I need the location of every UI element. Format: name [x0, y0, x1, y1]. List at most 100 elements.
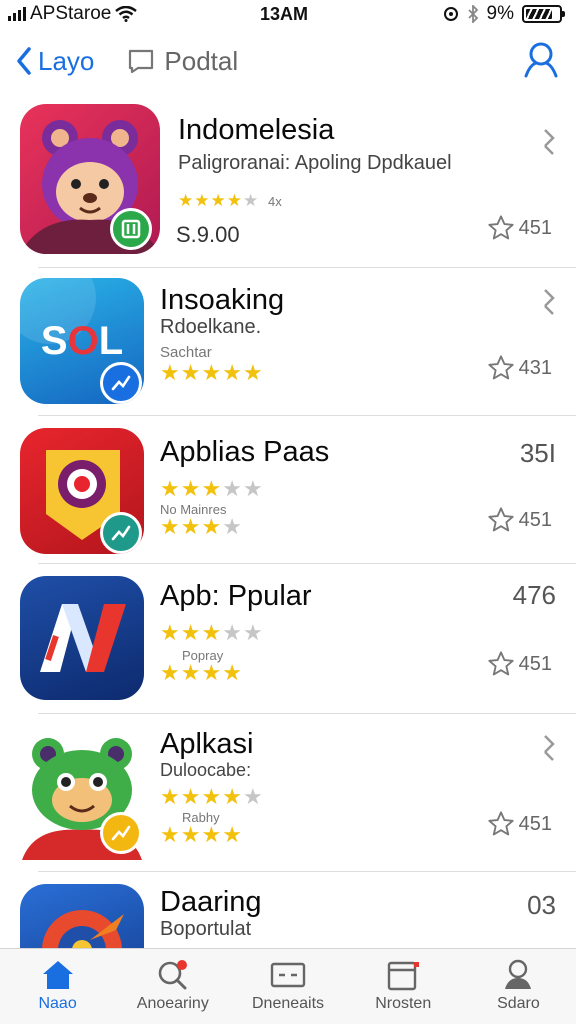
star-rating-secondary: ★ ★ ★ ★	[160, 660, 242, 685]
tab-search[interactable]: Anoeariny	[115, 949, 230, 1024]
ticket-icon	[270, 962, 306, 988]
app-badge	[100, 812, 142, 854]
chevron-right-icon[interactable]	[542, 732, 556, 776]
favorite-button[interactable]: 451	[487, 506, 552, 534]
back-label: Layo	[38, 45, 95, 76]
app-row[interactable]: Daaring Boportulat 03	[0, 872, 576, 948]
app-subtitle: Duloocabe:	[160, 760, 252, 780]
tab-label: Sdaro	[497, 995, 540, 1012]
nav-title: Podtal	[128, 46, 238, 77]
favorite-button[interactable]: 431	[487, 354, 552, 382]
star-outline-icon	[488, 355, 514, 380]
star-rating: ★ ★ ★ ★ ★	[160, 476, 263, 501]
app-list[interactable]: Indomelesia Paligroranai: Apoling Dpdkau…	[0, 92, 576, 948]
person-search-icon	[524, 42, 558, 77]
account-button[interactable]	[522, 40, 560, 83]
app-icon-frog[interactable]	[20, 726, 144, 860]
app-rank-number: 476	[512, 580, 556, 610]
status-left: APStaroe	[8, 3, 138, 25]
chevron-right-icon[interactable]	[542, 286, 556, 330]
star-rating: ★ ★ ★ ★ ★	[160, 360, 263, 385]
battery-percent: 9%	[486, 3, 514, 24]
svg-text:SOL: SOL	[41, 319, 123, 363]
trend-icon	[111, 375, 131, 391]
trend-icon	[111, 525, 131, 541]
app-name: Apblias Paas	[160, 436, 330, 468]
app-icon-n[interactable]	[20, 576, 144, 700]
tab-bar: Naao Anoeariny Dneneaits Nrosten Sdaro	[0, 948, 576, 1024]
tab-home[interactable]: Naao	[0, 949, 115, 1024]
app-icon-bird[interactable]	[20, 884, 144, 948]
star-rating-secondary: ★ ★ ★ ★	[160, 822, 242, 847]
tab-profile[interactable]: Sdaro	[461, 949, 576, 1024]
star-outline-icon	[488, 215, 514, 240]
app-name: Aplkasi	[160, 728, 254, 760]
app-row[interactable]: Apb: Ppular ★ ★ ★ ★ ★ Popray ★ ★ ★ ★ 476 451	[0, 564, 576, 714]
tab-tickets[interactable]: Dneneaits	[230, 949, 345, 1024]
tab-windows[interactable]: Nrosten	[346, 949, 461, 1024]
book-badge-icon	[121, 219, 141, 239]
app-icon-target[interactable]	[20, 428, 144, 554]
favorite-count: 451	[518, 812, 552, 835]
nav-title-text: Podtal	[164, 45, 239, 76]
favorite-count: 451	[518, 652, 552, 675]
wifi-icon	[115, 6, 138, 22]
tab-label: Nrosten	[375, 995, 432, 1012]
rating-note: Sachtar	[160, 344, 212, 361]
app-row[interactable]: Indomelesia Paligroranai: Apoling Dpdkau…	[0, 92, 576, 268]
status-time: 13AM	[260, 3, 309, 24]
battery-icon	[522, 5, 565, 23]
tab-label: Anoeariny	[136, 995, 209, 1012]
signal-icon	[8, 7, 26, 21]
app-badge	[110, 208, 152, 250]
book-icon	[129, 49, 154, 74]
app-row[interactable]: Aplkasi Duloocabe: ★ ★ ★ ★ ★ Rabhy ★ ★ ★ ★ 451	[0, 714, 576, 872]
app-row[interactable]: Apblias Paas ★ ★ ★ ★ ★ No Mainres ★ ★ ★ ★ 35I 4…	[0, 416, 576, 564]
star-outline-icon	[488, 811, 514, 836]
window-icon	[388, 961, 420, 991]
status-right: 9%	[443, 3, 565, 25]
app-icon-sol[interactable]: SOL	[20, 278, 144, 404]
star-rating: ★ ★ ★ ★ ★	[178, 191, 259, 210]
chevron-right-icon[interactable]	[542, 126, 556, 170]
favorite-count: 431	[518, 356, 552, 379]
app-name: Insoaking	[160, 284, 285, 316]
app-subtitle: Boportulat	[160, 918, 252, 940]
favorite-count: 451	[518, 216, 552, 239]
favorite-button[interactable]: 451	[487, 810, 552, 838]
location-icon	[443, 7, 458, 21]
rating-note: 4x	[268, 194, 282, 209]
app-badge	[100, 512, 142, 554]
favorite-button[interactable]: 451	[487, 650, 552, 678]
back-button[interactable]: Layo	[16, 46, 94, 77]
status-bar: APStaroe 13AM 9%	[0, 0, 576, 28]
person-icon	[505, 959, 532, 989]
app-name: Apb: Ppular	[160, 580, 312, 612]
bird-logo-icon	[42, 910, 124, 948]
star-outline-icon	[488, 507, 514, 532]
app-price: S.9.00	[176, 222, 240, 247]
star-outline-icon	[488, 651, 514, 676]
app-rank-number: 35I	[519, 438, 556, 468]
star-rating: ★ ★ ★ ★ ★	[160, 620, 263, 645]
tab-label: Naao	[38, 995, 77, 1012]
app-name: Indomelesia	[178, 114, 335, 146]
favorite-button[interactable]: 451	[487, 214, 552, 242]
nav-bar: Layo Podtal	[0, 30, 576, 92]
app-name: Daaring	[160, 886, 262, 918]
app-rank-number: 03	[527, 890, 556, 920]
trend-icon	[111, 825, 131, 841]
app-subtitle: Paligroranai: Apoling Dpdkauel	[178, 152, 452, 174]
star-rating: ★ ★ ★ ★ ★	[160, 784, 263, 809]
carrier-name: APStaroe	[30, 3, 112, 24]
star-rating-secondary: ★ ★ ★ ★	[160, 514, 242, 539]
tab-label: Dneneaits	[251, 995, 325, 1012]
app-row[interactable]: SOL Insoaking Rdoelkane. Sachtar ★ ★ ★ ★ ★ 4…	[0, 268, 576, 416]
home-icon	[42, 961, 73, 989]
chevron-left-icon	[17, 47, 31, 75]
app-icon-bear[interactable]	[20, 104, 160, 254]
app-subtitle: Rdoelkane.	[160, 316, 262, 338]
app-badge	[100, 362, 142, 404]
favorite-count: 451	[518, 508, 552, 531]
n-logo-icon	[40, 604, 126, 672]
